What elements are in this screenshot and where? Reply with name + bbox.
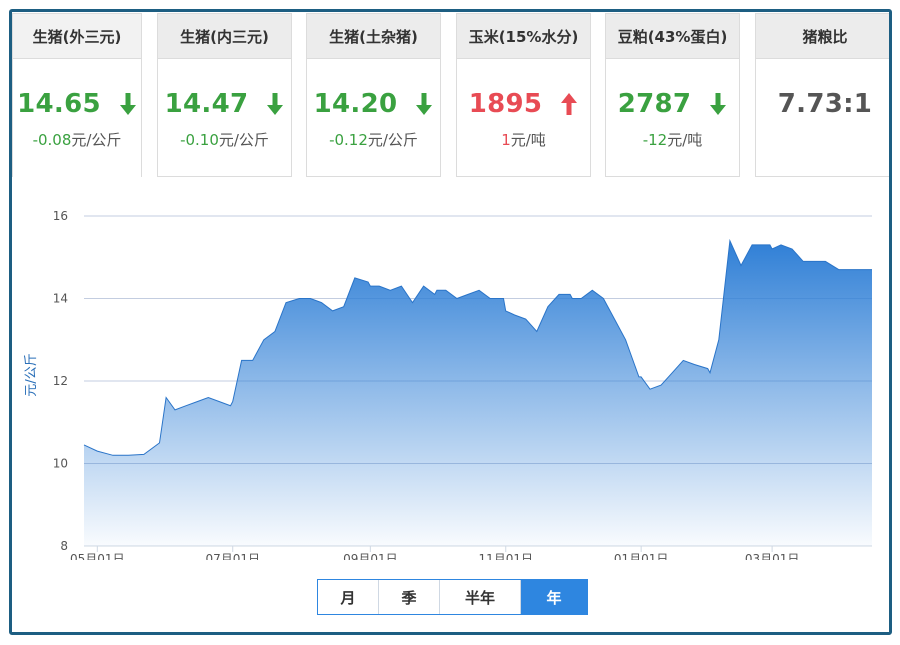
price-area-series [84, 240, 872, 547]
price-chart: 8 10 12 14 16 05月01日 07月01日 09月01日 11月01日 01月01日… [12, 190, 889, 566]
range-halfyear-button[interactable]: 半年 [440, 580, 521, 614]
card-title: 猪粮比 [756, 14, 889, 59]
x-tick-label: 11月01日 [478, 552, 533, 560]
card-change-number: -0.12 [329, 131, 368, 149]
card-change-unit: 元/吨 [667, 131, 703, 149]
card-soybean-meal[interactable]: 豆粕(43%蛋白) 2787 -12元/吨 [605, 13, 740, 177]
card-change-unit: 元/公斤 [218, 131, 269, 149]
card-change-unit: 元/公斤 [367, 131, 418, 149]
x-tick-label: 01月01日 [614, 552, 669, 560]
y-tick-label: 8 [60, 539, 68, 553]
card-price: 14.47 [164, 89, 249, 119]
card-pig-tuzazhu[interactable]: 生猪(土杂猪) 14.20 -0.12元/公斤 [306, 13, 441, 177]
card-title: 生猪(外三元) [13, 14, 141, 59]
card-title: 生猪(土杂猪) [307, 14, 440, 59]
card-title: 豆粕(43%蛋白) [606, 14, 739, 59]
y-tick-label: 16 [53, 209, 68, 223]
y-tick-label: 10 [53, 457, 68, 471]
card-pig-waisanyuan[interactable]: 生猪(外三元) 14.65 -0.08元/公斤 [12, 13, 142, 177]
y-tick-label: 14 [53, 292, 68, 306]
range-quarter-button[interactable]: 季 [379, 580, 440, 614]
card-pig-neisanyuan[interactable]: 生猪(内三元) 14.47 -0.10元/公斤 [157, 13, 292, 177]
card-title: 生猪(内三元) [158, 14, 291, 59]
card-change-unit: 元/吨 [510, 131, 546, 149]
up-arrow-icon [561, 93, 578, 115]
card-title: 玉米(15%水分) [457, 14, 590, 59]
card-price: 14.20 [313, 89, 398, 119]
card-pig-grain-ratio[interactable]: 猪粮比 7.73:1 [755, 13, 889, 177]
x-tick-label: 03月01日 [745, 552, 800, 560]
price-panel: 生猪(外三元) 14.65 -0.08元/公斤 生猪(内三元) 14.47 -0… [9, 9, 892, 635]
card-corn[interactable]: 玉米(15%水分) 1895 1元/吨 [456, 13, 591, 177]
range-year-button[interactable]: 年 [521, 580, 587, 614]
x-tick-label: 09月01日 [343, 552, 398, 560]
price-area-chart: 8 10 12 14 16 05月01日 07月01日 09月01日 11月01日 01月01日… [24, 209, 872, 566]
card-price: 1895 [468, 89, 543, 119]
x-tick-label: 07月01日 [205, 552, 260, 560]
down-arrow-icon [710, 93, 727, 115]
down-arrow-icon [416, 93, 433, 115]
down-arrow-icon [119, 93, 136, 115]
x-tick-label: 05月01日 [70, 552, 125, 560]
card-change-number: -12 [642, 131, 668, 149]
card-price: 7.73:1 [777, 89, 873, 119]
card-change-number: 1 [501, 131, 511, 149]
card-change-number: -0.08 [32, 131, 72, 149]
card-price: 14.65 [17, 89, 101, 119]
card-change-number: -0.10 [180, 131, 219, 149]
range-month-button[interactable]: 月 [318, 580, 379, 614]
card-change-unit: 元/公斤 [71, 131, 122, 149]
range-selector: 月 季 半年 年 [317, 579, 588, 615]
y-axis-label: 元/公斤 [24, 353, 39, 396]
down-arrow-icon [267, 93, 284, 115]
card-price: 2787 [617, 89, 692, 119]
y-tick-label: 12 [53, 374, 68, 388]
